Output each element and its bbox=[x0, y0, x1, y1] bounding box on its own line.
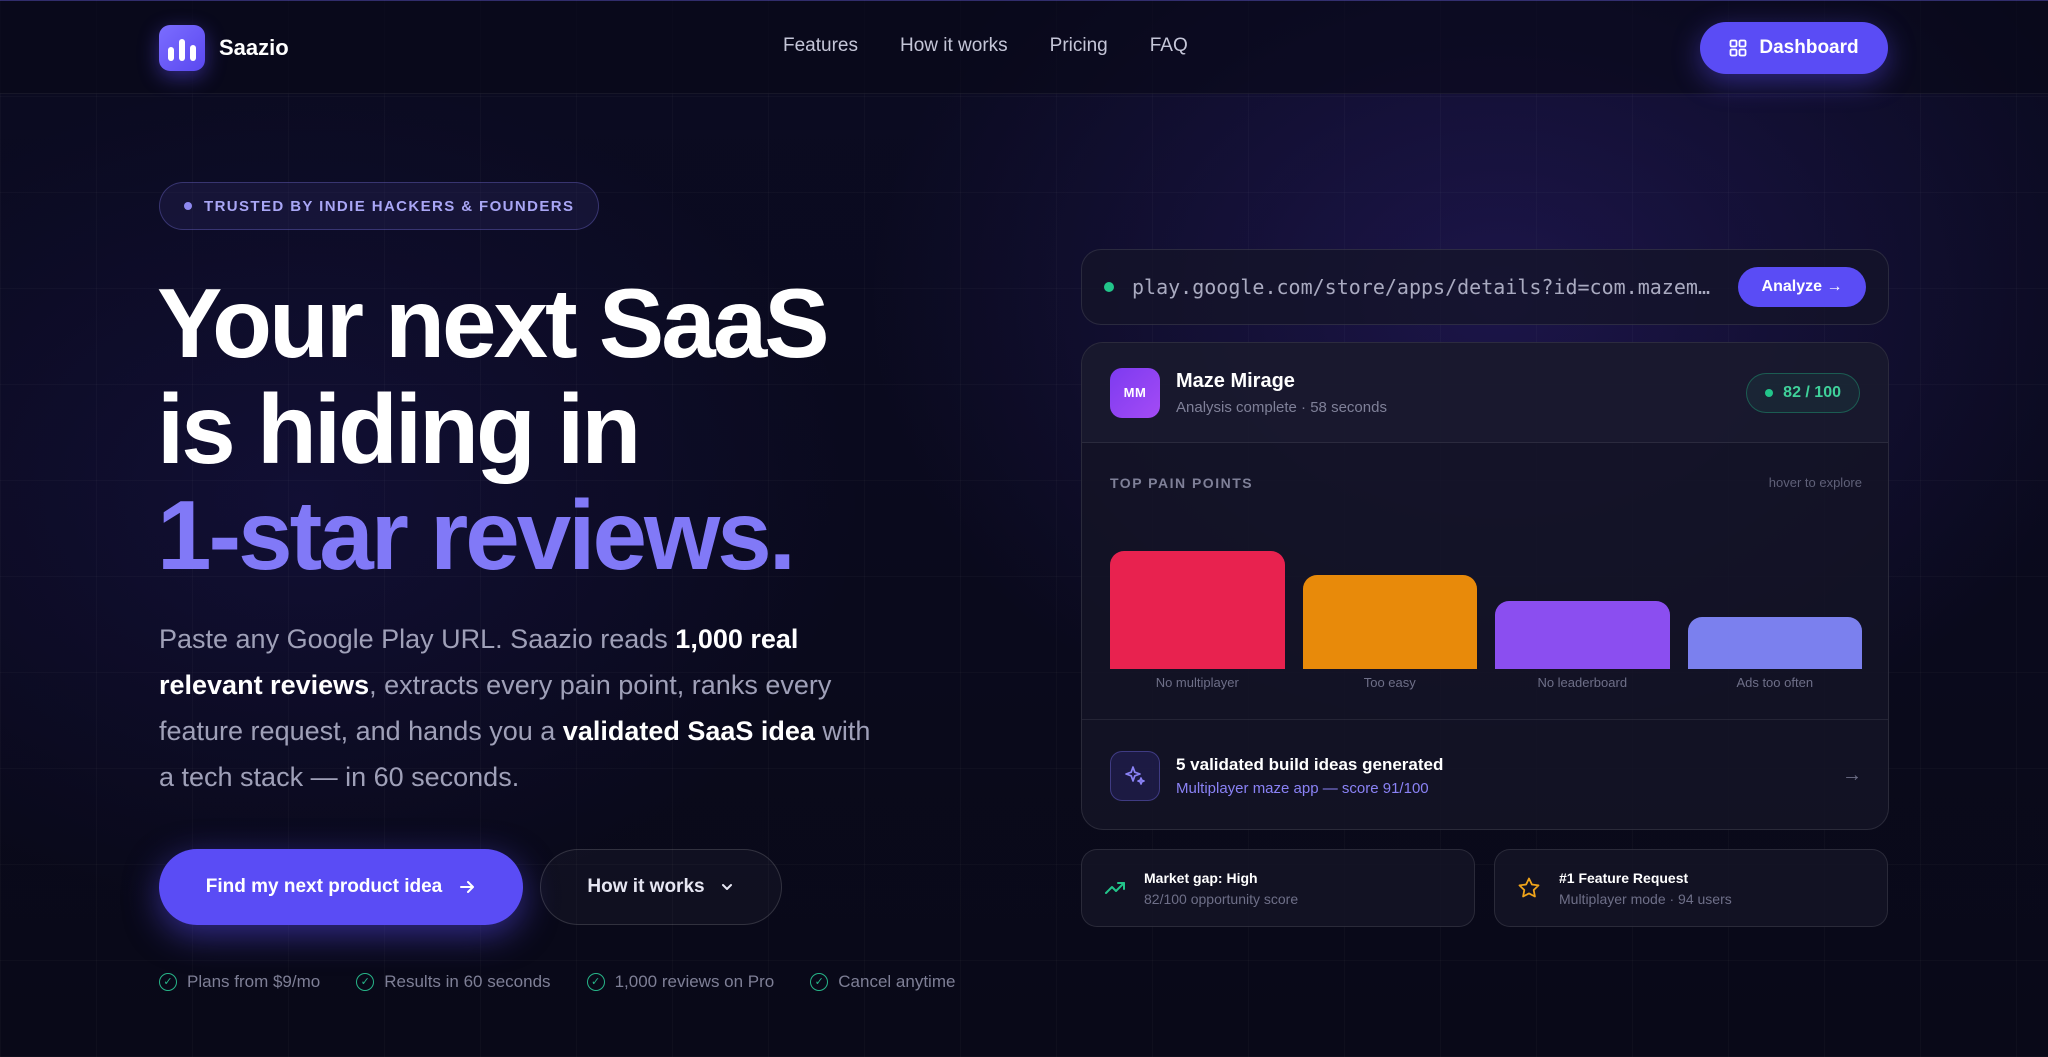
arrow-right-icon bbox=[460, 881, 475, 893]
feature-request-card: #1 Feature Request Multiplayer mode · 94… bbox=[1494, 849, 1888, 927]
perk-item: ✓ Plans from $9/mo bbox=[159, 972, 320, 992]
brand-logo[interactable]: Saazio bbox=[159, 25, 289, 71]
bar-chart-logo-icon bbox=[159, 25, 205, 71]
app-avatar: MM bbox=[1110, 367, 1160, 418]
play-store-url-field[interactable]: play.google.com/store/apps/details?id=co… bbox=[1132, 275, 1714, 299]
url-input-bar[interactable]: play.google.com/store/apps/details?id=co… bbox=[1081, 249, 1889, 325]
headline-line-1: Your next SaaS bbox=[157, 268, 830, 378]
arrow-right-icon[interactable]: → bbox=[1842, 764, 1862, 787]
hero-subtitle: Paste any Google Play URL. Saazio reads … bbox=[159, 616, 879, 800]
star-icon bbox=[1518, 877, 1540, 898]
subtitle-bold-2: validated SaaS idea bbox=[562, 716, 815, 746]
perks-list: ✓ Plans from $9/mo ✓ Results in 60 seconds… bbox=[159, 972, 955, 992]
subtitle-part-1: Paste any Google Play URL. Saazio reads bbox=[159, 624, 676, 654]
find-product-idea-button[interactable]: Find my next product idea bbox=[159, 849, 523, 925]
check-circle-icon: ✓ bbox=[586, 973, 605, 991]
perk-label: 1,000 reviews on Pro bbox=[614, 972, 775, 991]
dashboard-button[interactable]: Dashboard bbox=[1700, 22, 1888, 74]
perk-item: ✓ 1,000 reviews on Pro bbox=[586, 972, 775, 992]
nav-links: Features How it works Pricing FAQ bbox=[783, 35, 1188, 57]
perk-label: Results in 60 seconds bbox=[384, 972, 551, 991]
nav-link-features[interactable]: Features bbox=[783, 35, 858, 57]
headline-line-2: is hiding in bbox=[157, 374, 641, 484]
nav-link-pricing[interactable]: Pricing bbox=[1050, 35, 1108, 57]
how-it-works-button[interactable]: How it works bbox=[540, 849, 782, 925]
pain-points-header: TOP PAIN POINTS hover to explore bbox=[1110, 475, 1862, 491]
landing-page: Saazio Features How it works Pricing FAQ… bbox=[0, 0, 2048, 1057]
badge-dot-icon bbox=[184, 202, 192, 210]
top-navigation: Saazio Features How it works Pricing FAQ… bbox=[0, 0, 2048, 94]
analysis-status: Analysis complete · 58 seconds bbox=[1176, 398, 1387, 416]
build-ideas-row[interactable]: 5 validated build ideas generated Multip… bbox=[1082, 719, 1888, 829]
pain-points-title: TOP PAIN POINTS bbox=[1110, 475, 1254, 491]
perk-label: Plans from $9/mo bbox=[187, 972, 321, 991]
perk-item: ✓ Results in 60 seconds bbox=[356, 972, 551, 992]
pain-point-bar[interactable] bbox=[1302, 574, 1477, 669]
sparkle-icon bbox=[1110, 750, 1160, 801]
pain-point-label: No leaderboard bbox=[1537, 675, 1628, 690]
analyze-button[interactable]: Analyze → bbox=[1738, 267, 1866, 307]
app-header: MM Maze Mirage Analysis complete · 58 se… bbox=[1082, 343, 1888, 443]
market-gap-card: Market gap: High 82/100 opportunity scor… bbox=[1081, 849, 1475, 927]
check-circle-icon: ✓ bbox=[356, 973, 375, 991]
perk-item: ✓ Cancel anytime bbox=[810, 972, 955, 992]
check-circle-icon: ✓ bbox=[159, 973, 177, 991]
app-meta: Maze Mirage Analysis complete · 58 secon… bbox=[1176, 370, 1387, 416]
build-ideas-subtitle: Multiplayer maze app — score 91/100 bbox=[1176, 779, 1429, 797]
trending-up-icon bbox=[1105, 882, 1125, 894]
trust-badge-text: TRUSTED BY INDIE HACKERS & FOUNDERS bbox=[204, 197, 575, 215]
pain-points-hint: hover to explore bbox=[1768, 475, 1862, 490]
build-ideas-text: 5 validated build ideas generated Multip… bbox=[1176, 755, 1443, 797]
pain-points-labels: No multiplayer Too easy No leaderboard Ads … bbox=[1110, 675, 1862, 695]
score-badge: 82 / 100 bbox=[1746, 372, 1860, 413]
pain-point-bar[interactable] bbox=[1495, 600, 1670, 669]
score-value: 82 / 100 bbox=[1783, 383, 1841, 401]
status-dot-icon bbox=[1104, 282, 1114, 292]
pain-point-bar[interactable] bbox=[1110, 551, 1285, 669]
app-name: Maze Mirage bbox=[1176, 369, 1295, 392]
cta-secondary-label: How it works bbox=[587, 876, 705, 897]
score-dot-icon bbox=[1765, 388, 1774, 397]
check-circle-icon: ✓ bbox=[810, 973, 829, 991]
analysis-result-card: MM Maze Mirage Analysis complete · 58 se… bbox=[1081, 342, 1889, 830]
hero-headline: Your next SaaS is hiding in 1-star revie… bbox=[157, 268, 830, 590]
pain-point-bar[interactable] bbox=[1687, 617, 1862, 669]
pain-point-label: Too easy bbox=[1363, 675, 1416, 690]
feature-request-title: #1 Feature Request bbox=[1559, 869, 1689, 886]
feature-request-subtitle: Multiplayer mode · 94 users bbox=[1559, 890, 1732, 907]
headline-accent: 1-star reviews. bbox=[157, 480, 796, 590]
perk-label: Cancel anytime bbox=[838, 972, 956, 991]
chevron-down-icon bbox=[721, 884, 732, 890]
nav-link-how-it-works[interactable]: How it works bbox=[900, 35, 1008, 57]
brand-name: Saazio bbox=[219, 35, 289, 60]
grid-icon bbox=[1729, 39, 1747, 57]
cta-primary-label: Find my next product idea bbox=[205, 876, 443, 897]
market-gap-subtitle: 82/100 opportunity score bbox=[1144, 890, 1299, 907]
pain-point-label: No multiplayer bbox=[1155, 675, 1239, 690]
pain-points-chart bbox=[1110, 529, 1862, 669]
market-gap-title: Market gap: High bbox=[1144, 869, 1258, 886]
pain-point-label: Ads too often bbox=[1736, 675, 1814, 690]
build-ideas-title: 5 validated build ideas generated bbox=[1176, 754, 1444, 774]
nav-link-faq[interactable]: FAQ bbox=[1150, 35, 1188, 57]
trust-badge: TRUSTED BY INDIE HACKERS & FOUNDERS bbox=[159, 182, 600, 230]
dashboard-button-label: Dashboard bbox=[1759, 37, 1859, 58]
